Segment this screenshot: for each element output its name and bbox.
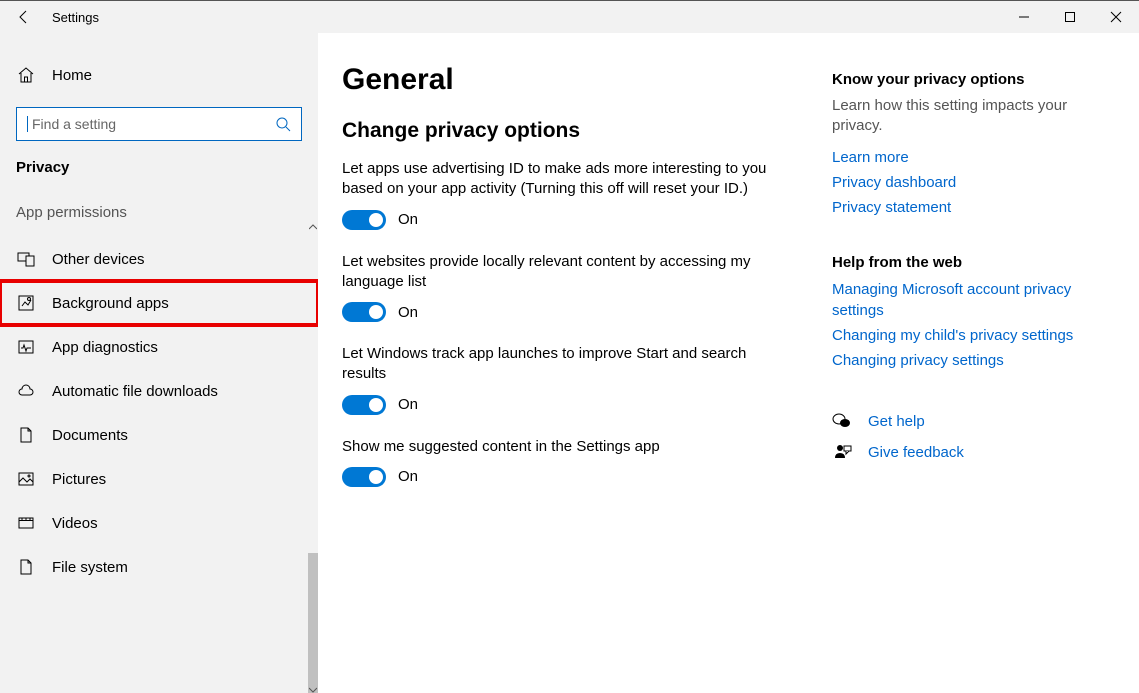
pictures-icon [16,469,36,489]
sidebar-item-background-apps[interactable]: Background apps [0,281,318,325]
option-desc: Let apps use advertising ID to make ads … [342,159,782,200]
sidebar-item-app-diagnostics[interactable]: App diagnostics [0,325,318,369]
search-icon [275,116,291,132]
subheader-app-permissions: App permissions [0,204,318,221]
link-privacy-dashboard[interactable]: Privacy dashboard [832,172,1082,193]
section-heading: Change privacy options [342,119,822,143]
aside-help-title: Help from the web [832,254,1082,271]
sidebar-item-label: Documents [52,427,128,444]
aside-know-title: Know your privacy options [832,71,1082,88]
maximize-button[interactable] [1047,1,1093,33]
diagnostics-icon [16,337,36,357]
home-label: Home [52,67,92,84]
home-icon [16,65,36,85]
link-give-feedback[interactable]: Give feedback [868,442,964,463]
sidebar-item-documents[interactable]: Documents [0,413,318,457]
feedback-icon [832,442,852,462]
file-icon [16,557,36,577]
toggle-advertising-id[interactable] [342,210,386,230]
link-managing-account-privacy[interactable]: Managing Microsoft account privacy setti… [832,279,1082,321]
category-title: Privacy [0,159,318,176]
option-language-list: Let websites provide locally relevant co… [342,252,822,323]
back-button[interactable] [0,1,48,33]
option-desc: Let websites provide locally relevant co… [342,252,782,293]
devices-icon [16,249,36,269]
document-icon [16,425,36,445]
option-track-launches: Let Windows track app launches to improv… [342,344,822,415]
toggle-suggested-content[interactable] [342,467,386,487]
close-button[interactable] [1093,1,1139,33]
link-learn-more[interactable]: Learn more [832,147,1082,168]
page-title: General [342,63,822,97]
window-title: Settings [48,10,99,25]
videos-icon [16,513,36,533]
sidebar-item-pictures[interactable]: Pictures [0,457,318,501]
link-get-help[interactable]: Get help [868,411,925,432]
settings-window: Settings Home [0,0,1139,693]
home-nav[interactable]: Home [0,55,318,95]
link-privacy-statement[interactable]: Privacy statement [832,197,1082,218]
sidebar-item-label: App diagnostics [52,339,158,356]
sidebar-item-other-devices[interactable]: Other devices [0,237,318,281]
aside-pane: Know your privacy options Learn how this… [822,63,1082,693]
sidebar-item-label: Videos [52,515,98,532]
sidebar-item-label: Automatic file downloads [52,383,218,400]
toggle-track-launches[interactable] [342,395,386,415]
get-help-icon [832,411,852,431]
search-input[interactable] [30,115,275,133]
main-pane: General Change privacy options Let apps … [318,33,1139,693]
option-desc: Show me suggested content in the Setting… [342,437,782,457]
sidebar-scrollbar[interactable] [308,223,318,693]
sidebar-item-file-system[interactable]: File system [0,545,318,589]
window-controls [1001,1,1139,33]
link-changing-privacy[interactable]: Changing privacy settings [832,350,1082,371]
option-desc: Let Windows track app launches to improv… [342,344,782,385]
toggle-state: On [398,211,418,228]
option-suggested-content: Show me suggested content in the Setting… [342,437,822,487]
toggle-language-list[interactable] [342,302,386,322]
toggle-state: On [398,304,418,321]
background-apps-icon [16,293,36,313]
toggle-state: On [398,396,418,413]
cloud-icon [16,381,36,401]
search-box[interactable] [16,107,302,141]
sidebar-item-label: Background apps [52,295,169,312]
minimize-button[interactable] [1001,1,1047,33]
scroll-thumb[interactable] [308,553,318,693]
sidebar-item-label: Other devices [52,251,145,268]
option-advertising-id: Let apps use advertising ID to make ads … [342,159,822,230]
aside-know-desc: Learn how this setting impacts your priv… [832,96,1082,137]
titlebar: Settings [0,1,1139,33]
sidebar-item-label: Pictures [52,471,106,488]
toggle-state: On [398,468,418,485]
sidebar: Home Privacy App permissions [0,33,318,693]
link-child-privacy[interactable]: Changing my child's privacy settings [832,325,1082,346]
sidebar-item-videos[interactable]: Videos [0,501,318,545]
sidebar-item-label: File system [52,559,128,576]
sidebar-item-automatic-file-downloads[interactable]: Automatic file downloads [0,369,318,413]
